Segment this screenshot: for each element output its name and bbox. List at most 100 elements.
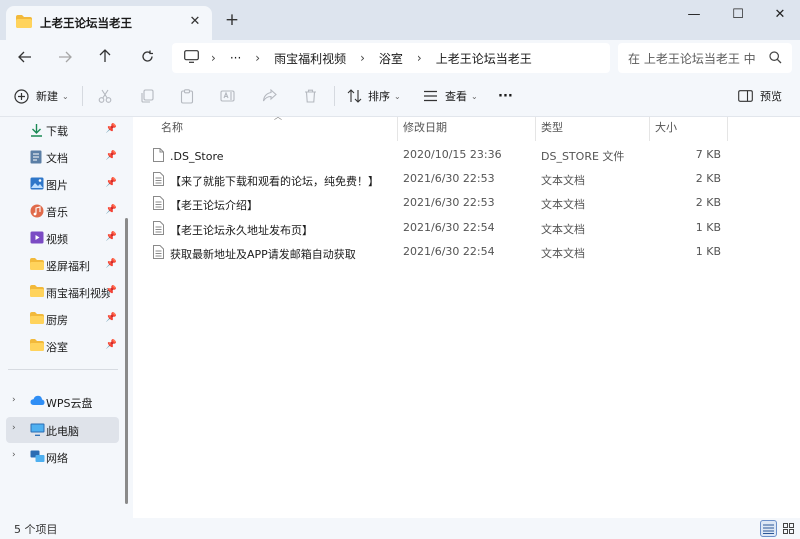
- breadcrumb-separator[interactable]: ›: [255, 51, 260, 65]
- file-size: 1 KB: [695, 221, 721, 234]
- maximize-button[interactable]: ☐: [720, 4, 756, 26]
- preview-pane-button[interactable]: 预览: [738, 85, 782, 107]
- sidebar-item-documents[interactable]: 文档 📌: [6, 144, 119, 170]
- blank-file-icon: [153, 148, 164, 165]
- sort-button[interactable]: 排序 ⌄: [347, 85, 401, 107]
- navigation-pane: 下载 📌 文档 📌 图片 📌 音乐 📌 视频 📌 竖屏福利 📌 雨宝福利视频 📌…: [0, 117, 133, 518]
- sidebar-item-music[interactable]: 音乐 📌: [6, 198, 119, 224]
- new-tab-button[interactable]: +: [222, 10, 242, 30]
- cut-button[interactable]: [98, 85, 112, 107]
- sidebar-item-label: 图片: [46, 179, 68, 192]
- scissors-icon: [98, 89, 112, 103]
- breadcrumb-separator[interactable]: ›: [360, 51, 365, 65]
- chevron-right-icon[interactable]: ›: [12, 450, 16, 460]
- delete-button[interactable]: [304, 85, 317, 107]
- search-input[interactable]: 在 上老王论坛当老王 中: [618, 43, 792, 73]
- copy-icon: [141, 89, 154, 103]
- folder-icon: [30, 258, 44, 273]
- copy-button[interactable]: [140, 85, 154, 107]
- refresh-button[interactable]: [134, 46, 160, 70]
- refresh-icon: [141, 50, 153, 62]
- file-name: .DS_Store: [170, 150, 224, 163]
- chevron-down-icon: ⌄: [62, 91, 69, 101]
- more-options-button[interactable]: ···: [498, 85, 513, 107]
- rename-icon: [220, 90, 235, 102]
- file-name: 【老王论坛永久地址发布页】: [170, 223, 313, 237]
- folder-icon: [16, 15, 32, 31]
- file-date: 2021/6/30 22:54: [403, 245, 495, 258]
- file-type: 文本文档: [541, 223, 585, 236]
- breadcrumb-item-current[interactable]: 上老王论坛当老王: [436, 50, 532, 67]
- up-button[interactable]: [92, 46, 118, 70]
- file-size: 2 KB: [695, 196, 721, 209]
- sidebar-scrollbar[interactable]: [125, 218, 128, 504]
- sidebar-item-folder[interactable]: 浴室 📌: [6, 333, 119, 359]
- chevron-right-icon[interactable]: ›: [12, 395, 16, 405]
- tiles-view-button[interactable]: [780, 520, 797, 537]
- sidebar-item-folder[interactable]: 厨房 📌: [6, 306, 119, 332]
- file-row[interactable]: 【老王论坛永久地址发布页】 2021/6/30 22:54 文本文档 1 KB: [133, 216, 800, 240]
- sidebar-item-label: 网络: [46, 452, 68, 465]
- file-row[interactable]: 【老王论坛介绍】 2021/6/30 22:53 文本文档 2 KB: [133, 191, 800, 215]
- forward-button[interactable]: [52, 46, 78, 70]
- search-icon: [765, 51, 782, 67]
- back-button[interactable]: [12, 46, 38, 70]
- cloud-icon: [30, 395, 45, 409]
- command-bar: 新建 ⌄ 排序 ⌄ 查看 ⌄ ··· 预览: [0, 76, 800, 117]
- minimize-button[interactable]: —: [676, 4, 712, 26]
- details-view-icon: [763, 524, 774, 534]
- sort-label: 排序: [368, 90, 390, 103]
- file-list: 名称 ︿ 修改日期 类型 大小 .DS_Store 2020/10/15 23:…: [133, 112, 800, 518]
- sidebar-item-videos[interactable]: 视频 📌: [6, 225, 119, 251]
- paste-button[interactable]: [180, 85, 194, 107]
- column-divider[interactable]: [727, 117, 728, 141]
- tiles-view-icon: [783, 523, 794, 534]
- chevron-right-icon[interactable]: ›: [12, 423, 16, 433]
- breadcrumb-item[interactable]: 浴室: [379, 50, 403, 67]
- close-tab-icon[interactable]: ✕: [188, 15, 202, 29]
- new-label: 新建: [36, 90, 58, 103]
- pin-icon: 📌: [105, 232, 117, 242]
- breadcrumb-separator[interactable]: ›: [417, 51, 422, 65]
- sidebar-item-label: 厨房: [46, 314, 68, 327]
- tab-current-folder[interactable]: 上老王论坛当老王 ✕: [6, 6, 212, 40]
- status-bar: 5 个项目: [0, 518, 800, 539]
- share-icon: [262, 89, 277, 102]
- file-row[interactable]: .DS_Store 2020/10/15 23:36 DS_STORE 文件 7…: [133, 143, 800, 167]
- pin-icon: 📌: [105, 286, 117, 296]
- sidebar-item-wps-cloud[interactable]: › WPS云盘: [6, 389, 119, 415]
- video-icon: [30, 231, 44, 247]
- file-type: 文本文档: [541, 198, 585, 211]
- column-header-size[interactable]: 大小: [647, 117, 727, 139]
- sort-icon: [347, 89, 362, 103]
- share-button[interactable]: [262, 85, 277, 107]
- file-row[interactable]: 获取最新地址及APP请发邮箱自动获取 2021/6/30 22:54 文本文档 …: [133, 240, 800, 264]
- tab-title: 上老王论坛当老王: [40, 16, 132, 30]
- sidebar-item-this-pc[interactable]: › 此电脑: [6, 417, 119, 443]
- sidebar-item-folder[interactable]: 竖屏福利 📌: [6, 252, 119, 278]
- sort-ascending-icon: ︿: [274, 112, 282, 121]
- breadcrumb-overflow[interactable]: ···: [230, 51, 241, 65]
- sidebar-item-folder[interactable]: 雨宝福利视频 📌: [6, 279, 119, 305]
- music-icon: [30, 204, 44, 221]
- computer-icon: [30, 423, 45, 439]
- sidebar-item-downloads[interactable]: 下载 📌: [6, 117, 119, 143]
- address-bar[interactable]: › ··· › 雨宝福利视频 › 浴室 › 上老王论坛当老王: [172, 43, 610, 73]
- breadcrumb-separator[interactable]: ›: [211, 51, 216, 65]
- rename-button[interactable]: [220, 85, 235, 107]
- arrow-right-icon: [59, 51, 72, 63]
- column-header-date[interactable]: 修改日期: [395, 117, 535, 139]
- new-button[interactable]: 新建 ⌄: [14, 85, 69, 107]
- details-view-button[interactable]: [760, 520, 777, 537]
- column-header-type[interactable]: 类型: [533, 117, 651, 139]
- file-date: 2021/6/30 22:53: [403, 172, 495, 185]
- close-window-button[interactable]: ✕: [762, 4, 798, 26]
- sidebar-item-pictures[interactable]: 图片 📌: [6, 171, 119, 197]
- file-name: 获取最新地址及APP请发邮箱自动获取: [170, 247, 356, 261]
- folder-icon: [30, 285, 44, 300]
- item-count: 5 个项目: [14, 523, 58, 536]
- sidebar-item-network[interactable]: › 网络: [6, 444, 119, 470]
- view-button[interactable]: 查看 ⌄: [423, 85, 478, 107]
- breadcrumb-item[interactable]: 雨宝福利视频: [274, 50, 346, 67]
- file-row[interactable]: 【来了就能下载和观看的论坛，纯免费！】 2021/6/30 22:53 文本文档…: [133, 167, 800, 191]
